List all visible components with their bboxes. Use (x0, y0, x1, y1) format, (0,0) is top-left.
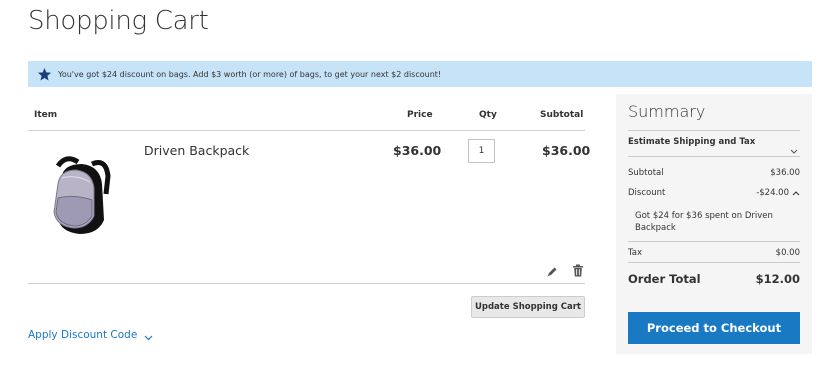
col-header-item: Item (34, 110, 58, 120)
page-title: Shopping Cart (28, 6, 209, 36)
subtotal-label: Subtotal (628, 168, 664, 178)
discount-note: Got $24 for $36 spent on Driven Backpack (635, 211, 773, 233)
notice-message: You've got $24 discount on bags. Add $3 … (58, 69, 442, 79)
apply-discount-toggle[interactable]: Apply Discount Code (28, 329, 153, 341)
col-header-qty: Qty (479, 110, 497, 120)
proceed-to-checkout-button[interactable]: Proceed to Checkout (628, 312, 800, 344)
discount-value: -$24.00 (756, 188, 789, 198)
discount-notice: You've got $24 discount on bags. Add $3 … (28, 61, 812, 87)
order-total-label: Order Total (628, 272, 701, 286)
summary-divider (628, 130, 800, 131)
trash-icon[interactable] (572, 262, 584, 277)
chevron-up-icon[interactable] (792, 190, 800, 196)
order-summary: Summary Estimate Shipping and Tax Subtot… (616, 94, 812, 354)
subtotal-row: Subtotal $36.00 (628, 168, 800, 178)
summary-divider (628, 262, 800, 263)
chevron-down-icon[interactable] (790, 139, 798, 154)
tax-row: Tax $0.00 (628, 248, 800, 258)
product-name[interactable]: Driven Backpack (144, 143, 249, 158)
chevron-down-icon (144, 332, 153, 341)
discount-row[interactable]: Discount -$24.00 (628, 188, 800, 198)
product-image[interactable] (48, 154, 114, 236)
summary-title: Summary (628, 102, 706, 121)
col-header-subtotal: Subtotal (540, 110, 584, 120)
discount-label: Discount (628, 188, 666, 198)
apply-discount-label: Apply Discount Code (28, 329, 138, 341)
header-divider (28, 130, 585, 131)
tax-value: $0.00 (775, 248, 800, 258)
summary-divider (628, 241, 800, 242)
summary-divider (628, 156, 800, 157)
subtotal-value: $36.00 (770, 168, 800, 178)
update-cart-button[interactable]: Update Shopping Cart (471, 296, 585, 318)
qty-input[interactable]: 1 (468, 139, 495, 163)
pencil-icon[interactable] (546, 263, 558, 277)
discount-value-wrap: -$24.00 (756, 188, 800, 198)
item-subtotal: $36.00 (542, 143, 591, 158)
col-header-price: Price (407, 110, 433, 120)
item-divider (28, 283, 585, 284)
order-total-value: $12.00 (755, 272, 800, 286)
star-icon (36, 66, 52, 82)
tax-label: Tax (628, 248, 643, 258)
estimate-shipping-toggle[interactable]: Estimate Shipping and Tax (628, 137, 755, 147)
order-total-row: Order Total $12.00 (628, 272, 800, 286)
item-price: $36.00 (393, 143, 442, 158)
